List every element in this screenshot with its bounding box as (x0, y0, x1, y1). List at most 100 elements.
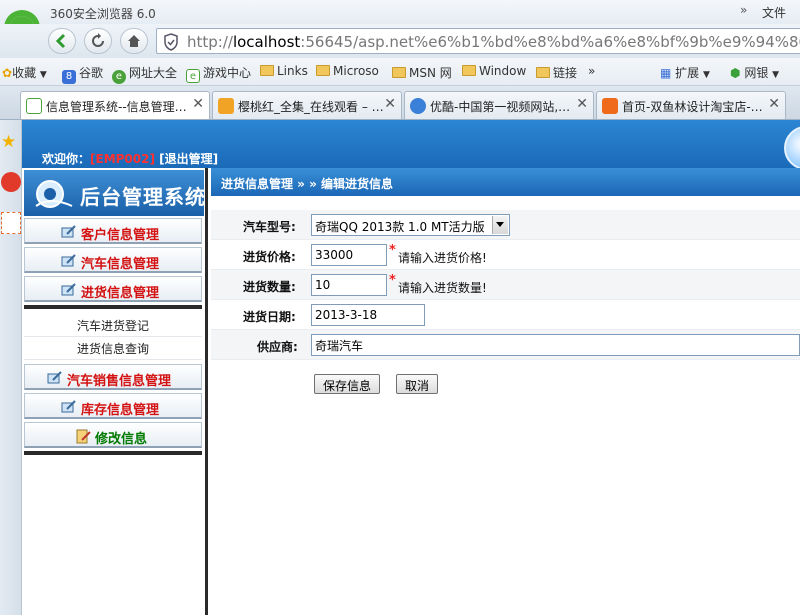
purchase-quantity-input[interactable] (311, 274, 387, 296)
folder-icon (462, 65, 476, 76)
browser-titlebar: 360安全浏览器 6.0 » 文件 (0, 0, 800, 24)
cancel-button[interactable]: 取消 (396, 374, 439, 394)
edit-icon (61, 254, 76, 267)
online-bank-button[interactable]: ⬢ 网银 ▼ (730, 64, 779, 81)
title-more-icon[interactable]: » (740, 3, 747, 17)
home-icon (128, 35, 140, 47)
bookmark-label: 网址大全 (129, 66, 178, 80)
youku-icon (410, 98, 426, 114)
close-icon[interactable]: ✕ (192, 96, 204, 112)
file-menu[interactable]: 文件 (762, 4, 786, 21)
site-icon: e (112, 70, 126, 84)
dropdown-icon: ▼ (772, 70, 780, 80)
purchase-date-label: 进货日期: (243, 310, 296, 324)
required-marker: * (389, 273, 396, 288)
tab-taobao-shop[interactable]: 首页-双鱼林设计淘宝店-… ✕ (596, 91, 786, 119)
bookmark-windows[interactable]: Window (462, 64, 526, 78)
home-button[interactable] (120, 28, 148, 54)
bookmark-label: Window (479, 64, 527, 78)
bank-shield-icon: ⬢ (730, 66, 741, 80)
address-bar[interactable]: http://localhost:56645/asp.net%e6%b1%bd%… (156, 28, 800, 54)
required-marker: * (389, 243, 396, 258)
bookmark-label: Microso (333, 64, 379, 78)
tab-cherry-red[interactable]: 樱桃红_全集_在线观看 – … ✕ (212, 91, 402, 119)
menu-divider (24, 305, 202, 309)
close-icon[interactable]: ✕ (384, 96, 396, 112)
edit-icon (47, 371, 62, 384)
logout-link[interactable]: [退出管理] (159, 152, 218, 166)
purchase-price-input[interactable] (311, 244, 387, 266)
menu-car-info[interactable]: 汽车信息管理 (24, 247, 202, 273)
sidebar-title: 后台管理系统 (24, 170, 206, 216)
dropdown-icon: ▼ (39, 70, 47, 80)
folder-icon (316, 65, 330, 76)
tab-strip: 信息管理系统--信息管理… ✕ 樱桃红_全集_在线观看 – … ✕ 优酷-中国第… (0, 86, 800, 120)
bookmark-label: MSN 网 (409, 66, 452, 80)
edit-icon (61, 400, 76, 413)
menu-customer-info[interactable]: 客户信息管理 (24, 218, 202, 244)
bookmark-links[interactable]: Links (260, 64, 308, 78)
menu-label: 修改信息 (95, 432, 148, 447)
bookmark-label: Links (277, 64, 308, 78)
menu-label: 客户信息管理 (81, 228, 160, 243)
bookmark-site-nav[interactable]: e 网址大全 (112, 64, 177, 84)
tab-label: 信息管理系统--信息管理… (46, 100, 187, 114)
weibo-icon[interactable] (1, 172, 21, 192)
refresh-button[interactable] (84, 28, 112, 54)
edit-icon (61, 283, 76, 296)
menu-label: 进货信息管理 (81, 286, 160, 301)
tab-youku[interactable]: 优酷-中国第一视频网站,… ✕ (404, 91, 594, 119)
submenu-purchase-query[interactable]: 进货信息查询 (24, 338, 202, 360)
bank-label: 网银 (744, 66, 769, 80)
car-model-label: 汽车型号: (243, 220, 296, 234)
bookmark-favorites[interactable]: ✿收藏 ▼ (2, 64, 47, 81)
supplier-label: 供应商: (257, 340, 298, 354)
sidebar-title-text: 后台管理系统 (80, 185, 206, 209)
save-button[interactable]: 保存信息 (314, 374, 381, 394)
bookmark-msn[interactable]: MSN 网 (392, 64, 452, 81)
web-page: 欢迎你：[EMP002] [退出管理] 后台管理系统 客户信息管理 汽车信息管理 (22, 120, 800, 615)
bookmark-links-cn[interactable]: 链接 (536, 64, 577, 81)
menu-inventory-info[interactable]: 库存信息管理 (24, 393, 202, 419)
ku6-icon (218, 98, 234, 114)
current-user: [EMP002] (90, 152, 155, 166)
menu-sales-info[interactable]: 汽车销售信息管理 (24, 364, 202, 390)
taobao-icon (602, 98, 618, 114)
bookmark-microsoft[interactable]: Microso (316, 64, 379, 78)
refresh-icon (92, 33, 104, 47)
menu-label: 汽车信息管理 (81, 257, 160, 272)
bookmark-label: 收藏 (12, 66, 37, 80)
tab-label: 樱桃红_全集_在线观看 – … (238, 100, 384, 114)
close-icon[interactable]: ✕ (576, 96, 588, 112)
extensions-button[interactable]: ▦ 扩展 ▼ (660, 64, 710, 81)
purchase-date-input[interactable] (311, 304, 425, 326)
shield-icon (164, 33, 178, 51)
page-header: 欢迎你：[EMP002] [退出管理] (22, 120, 800, 168)
car-model-select[interactable]: 奇瑞QQ 2013款 1.0 MT活力版 (311, 214, 510, 236)
document-edit-icon (76, 429, 91, 444)
back-button[interactable] (48, 28, 76, 54)
browser-side-strip: ★ (0, 120, 22, 615)
star-icon[interactable]: ★ (1, 132, 16, 152)
url-path: :56645/asp.net%e6%b1%bd%e8%bd%a6%e8%bf%9… (300, 33, 800, 51)
gear-fish-icon (35, 180, 73, 208)
menu-divider (24, 451, 202, 455)
menu-label: 库存信息管理 (81, 403, 160, 418)
bookmark-google[interactable]: 8 谷歌 (62, 64, 103, 84)
bookmarks-more-icon[interactable]: » (588, 64, 595, 78)
browser-navbar: http://localhost:56645/asp.net%e6%b1%bd%… (0, 24, 800, 58)
menu-modify-info[interactable]: 修改信息 (24, 422, 202, 448)
car-model-value: 奇瑞QQ 2013款 1.0 MT活力版 (315, 220, 485, 234)
clipboard-icon[interactable] (1, 212, 21, 234)
purchase-price-label: 进货价格: (243, 250, 296, 264)
close-icon[interactable]: ✕ (768, 96, 780, 112)
bookmark-label: 游戏中心 (203, 66, 252, 80)
tab-info-system[interactable]: 信息管理系统--信息管理… ✕ (20, 91, 210, 119)
submenu-purchase-register[interactable]: 汽车进货登记 (24, 315, 202, 337)
bookmark-game-center[interactable]: e 游戏中心 (186, 64, 251, 83)
menu-purchase-info[interactable]: 进货信息管理 (24, 276, 202, 302)
breadcrumb-text: 进货信息管理 » » 编辑进货信息 (221, 177, 394, 191)
row-purchase-price: 进货价格: * 请输入进货价格! (211, 240, 800, 270)
bookmark-label: 链接 (553, 66, 578, 80)
supplier-input[interactable] (311, 334, 800, 356)
